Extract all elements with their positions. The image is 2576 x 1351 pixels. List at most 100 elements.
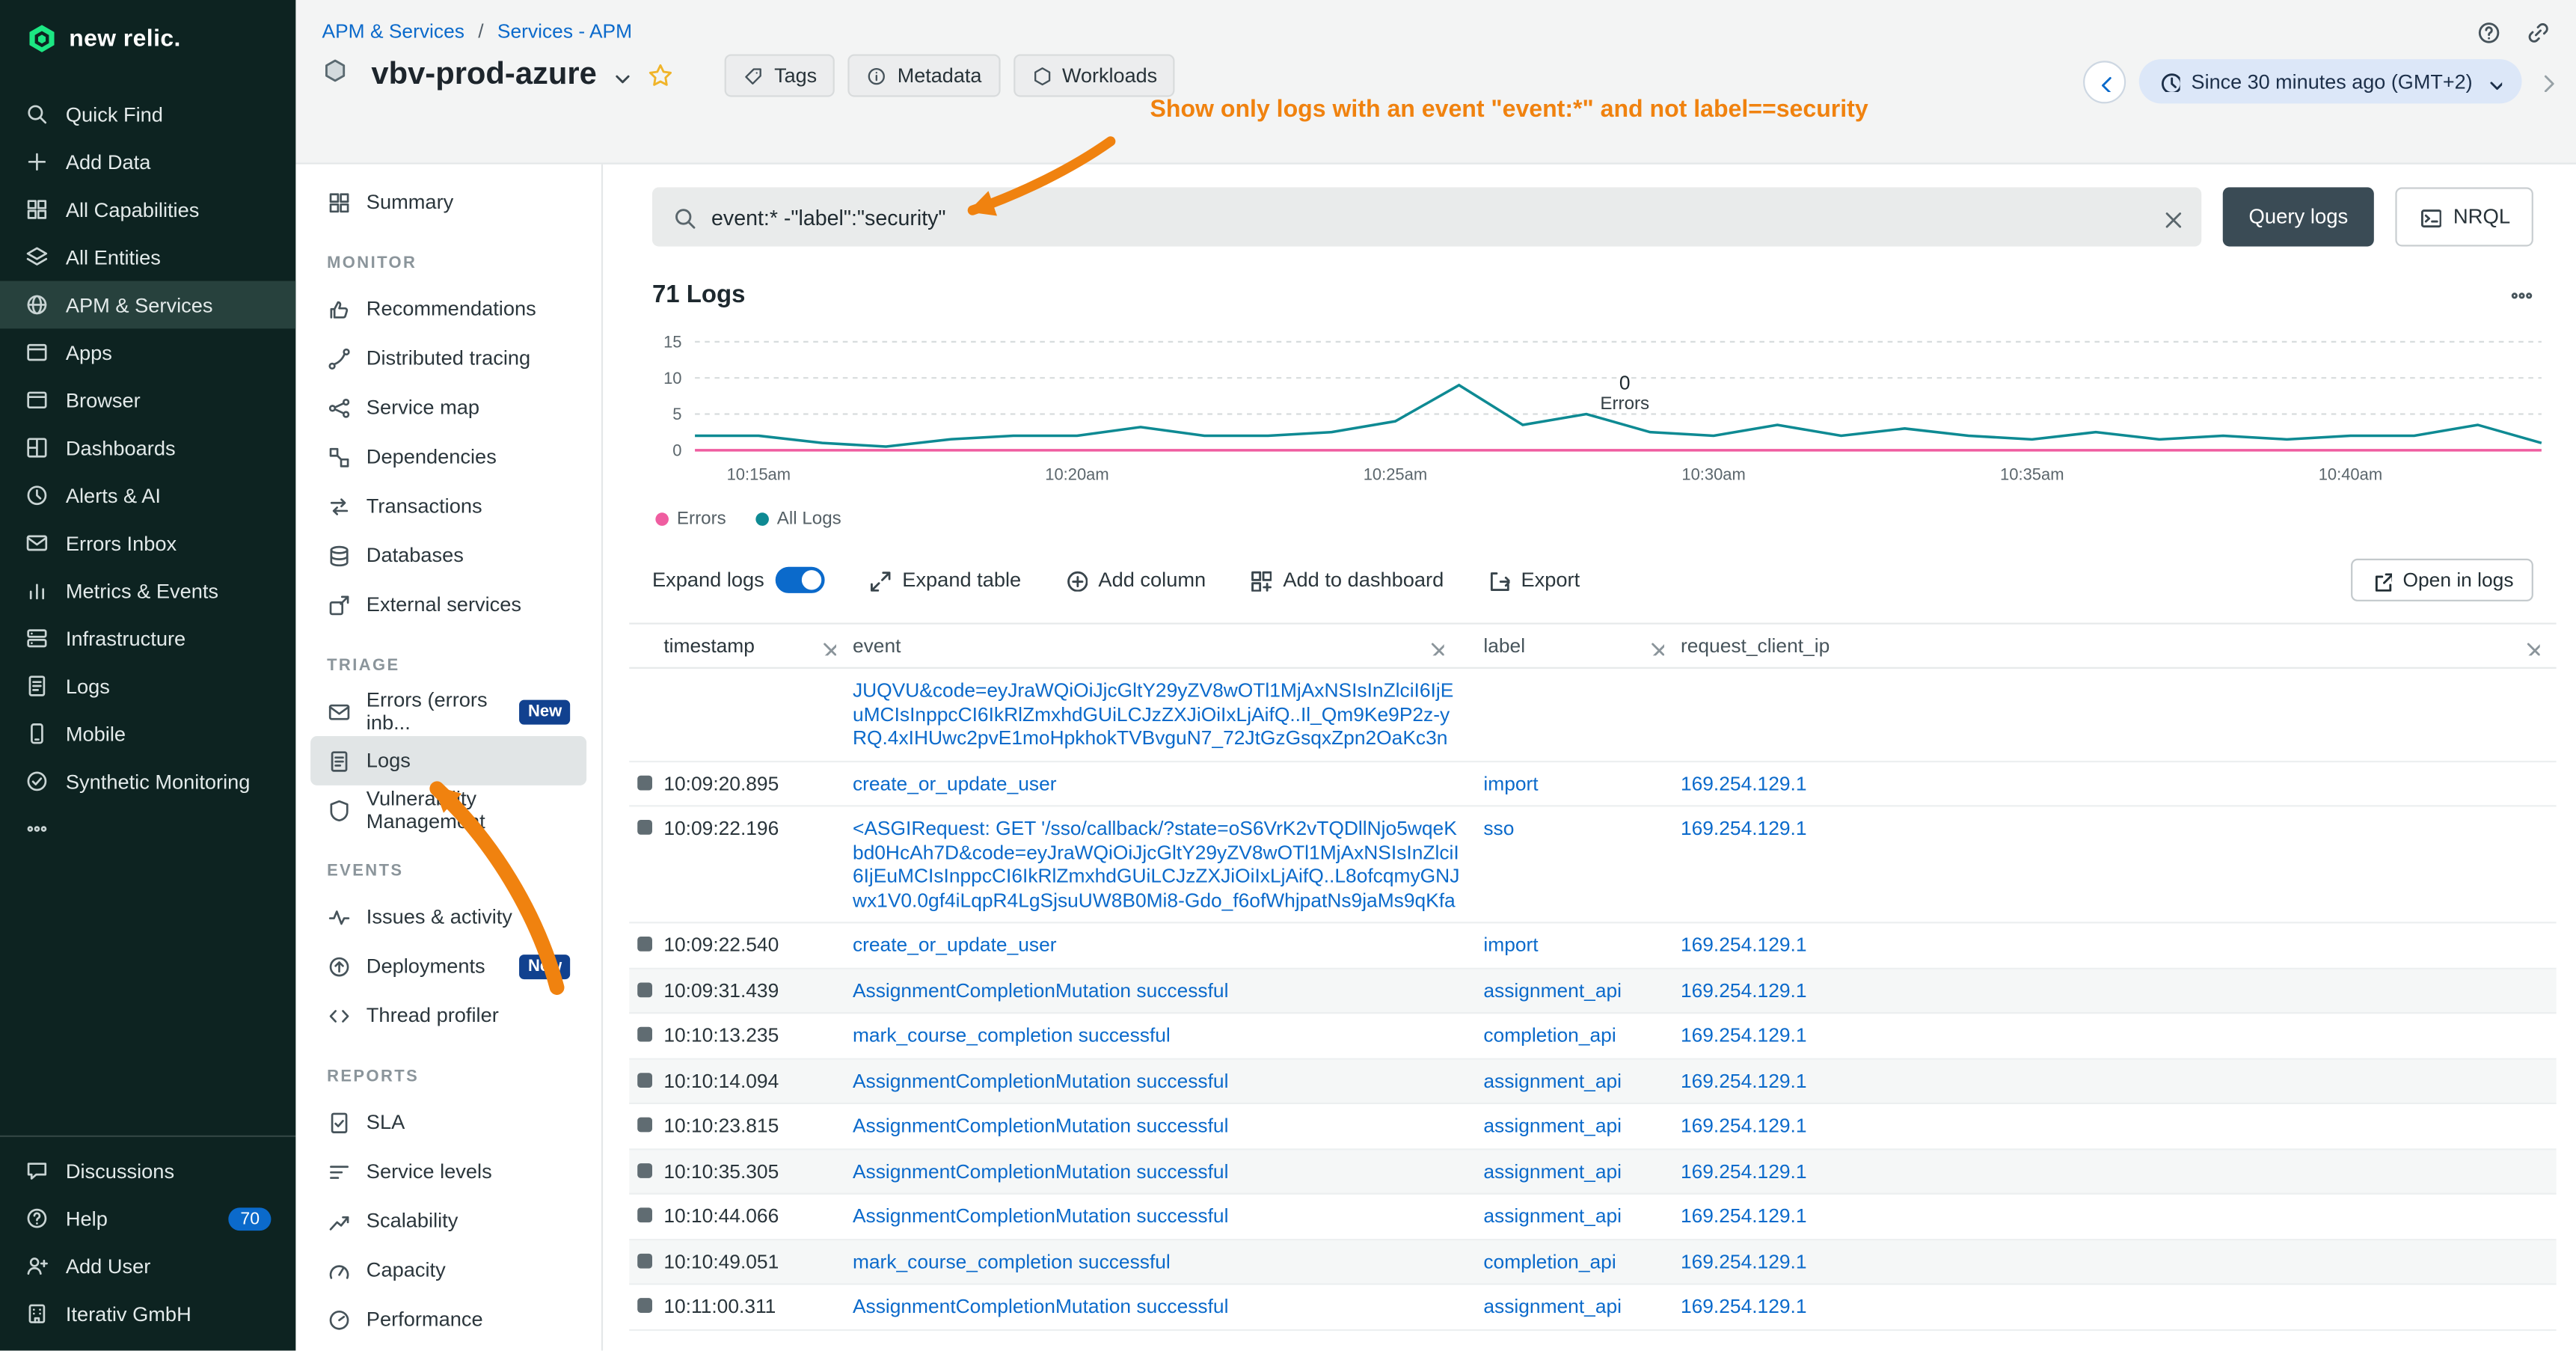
- table-row[interactable]: 10:10:35.305 AssignmentCompletionMutatio…: [629, 1149, 2556, 1194]
- table-row[interactable]: 10:10:23.815 AssignmentCompletionMutatio…: [629, 1104, 2556, 1149]
- help-icon[interactable]: [2476, 19, 2503, 47]
- sidebar-item-all-entities[interactable]: All Entities: [0, 233, 295, 281]
- sidebar-item-errors-inbox[interactable]: Errors Inbox: [0, 519, 295, 567]
- subnav-item-monitor[interactable]: MONITOR: [310, 253, 586, 272]
- cell-ip-link[interactable]: 169.254.129.1: [1681, 817, 2557, 841]
- subnav-item-summary[interactable]: Summary: [310, 177, 586, 227]
- row-checkbox[interactable]: [637, 820, 652, 835]
- column-header-label[interactable]: label: [1483, 634, 1681, 658]
- sidebar-item-apm-services[interactable]: APM & Services: [0, 281, 295, 329]
- cell-event-link[interactable]: AssignmentCompletionMutation successful: [853, 1159, 1461, 1183]
- table-row[interactable]: 10:09:22.540 create_or_update_user impor…: [629, 923, 2556, 968]
- subnav-item-logs[interactable]: Logs: [310, 736, 586, 785]
- column-header-event[interactable]: event: [853, 634, 1483, 658]
- table-row[interactable]: 10:10:49.051 mark_course_completion succ…: [629, 1240, 2556, 1284]
- logs-query-input[interactable]: [711, 204, 2145, 229]
- row-checkbox[interactable]: [637, 1072, 652, 1087]
- subnav-item-scalability[interactable]: Scalability: [310, 1196, 586, 1246]
- remove-column-icon[interactable]: [1646, 637, 1664, 655]
- table-row[interactable]: JUQVU&code=eyJraWQiOiJjcGltY29yZV8wOTl1M…: [629, 669, 2556, 762]
- cell-event-link[interactable]: AssignmentCompletionMutation successful: [853, 1295, 1461, 1319]
- cell-event-link[interactable]: AssignmentCompletionMutation successful: [853, 1114, 1461, 1138]
- column-header-request-client-ip[interactable]: request_client_ip: [1681, 634, 2557, 658]
- sidebar-item-dashboards[interactable]: Dashboards: [0, 424, 295, 472]
- subnav-item-reports[interactable]: REPORTS: [310, 1066, 586, 1085]
- remove-column-icon[interactable]: [818, 637, 836, 655]
- cell-event-link[interactable]: create_or_update_user: [853, 771, 1461, 795]
- cell-ip-link[interactable]: 169.254.129.1: [1681, 1114, 2557, 1138]
- cell-event-link[interactable]: JUQVU&code=eyJraWQiOiJjcGltY29yZV8wOTl1M…: [853, 678, 1461, 750]
- toggle-switch-on[interactable]: [776, 567, 825, 593]
- subnav-item-capacity[interactable]: Capacity: [310, 1246, 586, 1295]
- new-relic-logo[interactable]: new relic.: [0, 0, 295, 70]
- cell-ip-link[interactable]: 169.254.129.1: [1681, 934, 2557, 958]
- cell-event-link[interactable]: mark_course_completion successful: [853, 1023, 1461, 1047]
- remove-column-icon[interactable]: [2522, 637, 2540, 655]
- subnav-item-dependencies[interactable]: Dependencies: [310, 432, 586, 482]
- sidebar-item-item[interactable]: [0, 805, 295, 853]
- remove-column-icon[interactable]: [1426, 637, 1444, 655]
- cell-ip-link[interactable]: 169.254.129.1: [1681, 1023, 2557, 1047]
- cell-label-link[interactable]: completion_api: [1483, 1249, 1681, 1273]
- sidebar-footer-item-help[interactable]: Help 70: [0, 1195, 295, 1243]
- sidebar-item-logs[interactable]: Logs: [0, 662, 295, 710]
- table-row[interactable]: 10:10:13.235 mark_course_completion succ…: [629, 1014, 2556, 1059]
- pill-workloads[interactable]: Workloads: [1013, 54, 1175, 96]
- subnav-item-recommendations[interactable]: Recommendations: [310, 284, 586, 334]
- clear-query-icon[interactable]: [2160, 206, 2182, 228]
- subnav-item-external-services[interactable]: External services: [310, 580, 586, 629]
- cell-event-link[interactable]: <ASGIRequest: GET '/sso/callback/?state=…: [853, 817, 1461, 912]
- legend-item-all-logs[interactable]: All Logs: [755, 509, 841, 529]
- sidebar-item-synthetic-monitoring[interactable]: Synthetic Monitoring: [0, 758, 295, 806]
- breadcrumb-link-services-apm[interactable]: Services - APM: [497, 19, 632, 43]
- sidebar-footer-item-add-user[interactable]: Add User: [0, 1243, 295, 1290]
- table-row[interactable]: 10:10:44.066 AssignmentCompletionMutatio…: [629, 1195, 2556, 1240]
- cell-label-link[interactable]: sso: [1483, 817, 1681, 841]
- cell-label-link[interactable]: assignment_api: [1483, 1204, 1681, 1228]
- cell-label-link[interactable]: assignment_api: [1483, 1114, 1681, 1138]
- cell-label-link[interactable]: assignment_api: [1483, 1295, 1681, 1319]
- sidebar-item-quick-find[interactable]: Quick Find: [0, 91, 295, 138]
- cell-label-link[interactable]: assignment_api: [1483, 1069, 1681, 1093]
- subnav-item-events[interactable]: EVENTS: [310, 861, 586, 880]
- table-row[interactable]: 10:11:00.311 AssignmentCompletionMutatio…: [629, 1285, 2556, 1330]
- cell-ip-link[interactable]: 169.254.129.1: [1681, 1249, 2557, 1273]
- cell-event-link[interactable]: AssignmentCompletionMutation successful: [853, 1204, 1461, 1228]
- row-checkbox[interactable]: [637, 1118, 652, 1133]
- sidebar-item-metrics-events[interactable]: Metrics & Events: [0, 567, 295, 615]
- subnav-item-vulnerability-management[interactable]: Vulnerability Management: [310, 785, 586, 835]
- subnav-item-thread-profiler[interactable]: Thread profiler: [310, 990, 586, 1040]
- breadcrumb-link-apm-services[interactable]: APM & Services: [322, 19, 464, 43]
- sidebar-item-mobile[interactable]: Mobile: [0, 710, 295, 758]
- subnav-item-deployments[interactable]: Deployments New: [310, 942, 586, 991]
- row-checkbox[interactable]: [637, 1162, 652, 1177]
- cell-event-link[interactable]: AssignmentCompletionMutation successful: [853, 978, 1461, 1002]
- cell-ip-link[interactable]: 169.254.129.1: [1681, 1295, 2557, 1319]
- row-checkbox[interactable]: [637, 981, 652, 996]
- cell-ip-link[interactable]: 169.254.129.1: [1681, 1069, 2557, 1093]
- add-column-button[interactable]: Add column: [1064, 569, 1206, 592]
- cell-label-link[interactable]: assignment_api: [1483, 978, 1681, 1002]
- time-picker[interactable]: Since 30 minutes ago (GMT+2): [2138, 59, 2521, 103]
- column-header-timestamp[interactable]: timestamp: [659, 634, 853, 658]
- expand-table-button[interactable]: Expand table: [868, 569, 1021, 592]
- row-checkbox[interactable]: [637, 1207, 652, 1222]
- sidebar-footer-item-discussions[interactable]: Discussions: [0, 1147, 295, 1195]
- sidebar-footer-item-iterativ-gmbh[interactable]: Iterativ GmbH: [0, 1290, 295, 1338]
- subnav-item-errors-errors-inb[interactable]: Errors (errors inb... New: [310, 687, 586, 736]
- cell-label-link[interactable]: completion_api: [1483, 1023, 1681, 1047]
- row-checkbox[interactable]: [637, 937, 652, 952]
- legend-item-errors[interactable]: Errors: [655, 509, 726, 529]
- sidebar-item-all-capabilities[interactable]: All Capabilities: [0, 186, 295, 233]
- cell-label-link[interactable]: assignment_api: [1483, 1159, 1681, 1183]
- row-checkbox[interactable]: [637, 1027, 652, 1042]
- cell-ip-link[interactable]: 169.254.129.1: [1681, 1204, 2557, 1228]
- row-checkbox[interactable]: [637, 775, 652, 790]
- row-checkbox[interactable]: [637, 1298, 652, 1313]
- table-row[interactable]: 10:10:14.094 AssignmentCompletionMutatio…: [629, 1059, 2556, 1104]
- logs-search-bar[interactable]: [652, 187, 2201, 246]
- cell-ip-link[interactable]: 169.254.129.1: [1681, 978, 2557, 1002]
- table-row[interactable]: 10:09:31.439 AssignmentCompletionMutatio…: [629, 969, 2556, 1014]
- query-logs-button[interactable]: Query logs: [2222, 187, 2374, 246]
- table-row[interactable]: 10:09:20.895 create_or_update_user impor…: [629, 762, 2556, 806]
